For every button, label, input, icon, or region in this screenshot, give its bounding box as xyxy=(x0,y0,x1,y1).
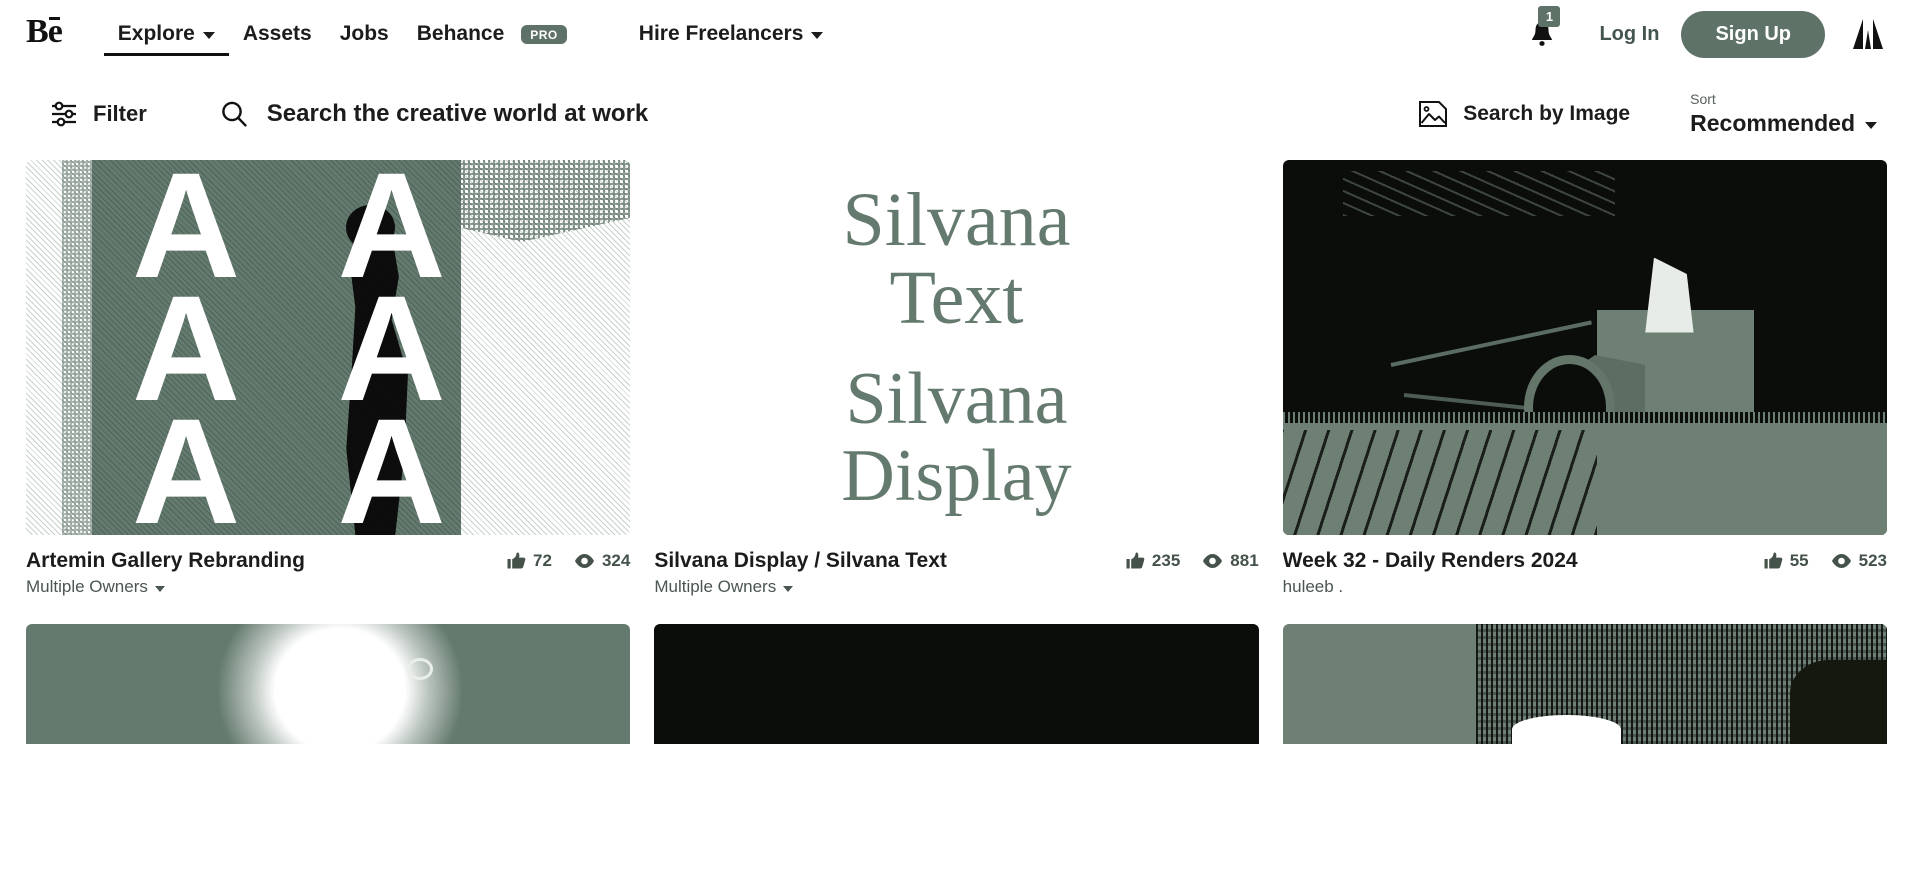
search-by-image-button[interactable]: Search by Image xyxy=(1417,99,1630,129)
project-owner-row[interactable]: Multiple Owners xyxy=(654,577,1108,597)
nav-item-jobs[interactable]: Jobs xyxy=(326,0,403,68)
filter-icon xyxy=(52,101,76,127)
chevron-down-icon xyxy=(202,32,215,39)
project-info: Artemin Gallery Rebranding Multiple Owne… xyxy=(26,548,489,597)
project-card: AA AA AA Artemin Gallery Rebranding Mult… xyxy=(26,160,631,597)
views-count: 523 xyxy=(1858,551,1887,570)
project-thumbnail[interactable]: AA AA AA xyxy=(26,160,631,535)
project-owner-row[interactable]: Multiple Owners xyxy=(26,577,489,597)
filter-button[interactable]: Filter xyxy=(50,101,147,127)
project-meta: Week 32 - Daily Renders 2024 huleeb . 55 xyxy=(1283,535,1887,597)
specimen-line: Text xyxy=(889,256,1024,341)
nav-item-hire-freelancers[interactable]: Hire Freelancers xyxy=(625,0,838,68)
artwork-night-tractor xyxy=(1282,160,1887,535)
nav-item-label: Assets xyxy=(242,22,312,45)
chevron-down-icon xyxy=(154,585,165,592)
views-count: 881 xyxy=(1230,551,1259,570)
project-card: Week 32 - Daily Renders 2024 huleeb . 55 xyxy=(1282,160,1887,597)
main-nav: Explore Assets Jobs Behance PRO Hire Fre… xyxy=(103,0,838,68)
project-card: Silvana Text Silvana Display Silvana Dis… xyxy=(654,160,1259,597)
search-toolbar: Filter Search the creative world at work… xyxy=(0,68,1911,160)
project-meta: Silvana Display / Silvana Text Multiple … xyxy=(654,535,1258,597)
filter-label: Filter xyxy=(93,101,147,126)
project-stats: 72 324 xyxy=(489,548,630,571)
project-stats: 55 523 xyxy=(1746,548,1887,571)
chevron-down-icon xyxy=(811,32,824,39)
search-by-image-label: Search by Image xyxy=(1463,102,1631,125)
project-owner-row[interactable]: huleeb . xyxy=(1283,577,1746,597)
sort-value-row: Recommended xyxy=(1690,110,1877,137)
notifications-button[interactable]: 1 xyxy=(1521,6,1563,55)
project-thumbnail[interactable] xyxy=(654,624,1259,745)
nav-item-label: Explore xyxy=(117,22,195,45)
search-input[interactable]: Search the creative world at work xyxy=(219,99,1417,129)
chevron-down-icon xyxy=(1865,122,1877,129)
search-placeholder: Search the creative world at work xyxy=(266,100,649,127)
behance-logo[interactable]: Be xyxy=(26,15,63,49)
eye-icon xyxy=(574,554,594,568)
artwork-dithered-letter-grid: AA AA AA xyxy=(26,160,631,535)
adobe-logo[interactable] xyxy=(1849,17,1887,51)
sign-up-button[interactable]: Sign Up xyxy=(1681,10,1825,58)
project-title[interactable]: Artemin Gallery Rebranding xyxy=(26,548,489,574)
views-stat[interactable]: 523 xyxy=(1831,551,1887,571)
project-info: Week 32 - Daily Renders 2024 huleeb . xyxy=(1283,548,1746,597)
pro-badge: PRO xyxy=(521,24,567,44)
likes-stat[interactable]: 72 xyxy=(507,551,552,571)
likes-stat[interactable]: 55 xyxy=(1764,551,1809,571)
project-thumbnail[interactable] xyxy=(1282,160,1887,535)
project-thumbnail[interactable] xyxy=(26,624,631,745)
artwork-type-specimen: Silvana Text Silvana Display xyxy=(654,160,1259,535)
project-owner: Multiple Owners xyxy=(26,577,148,597)
project-grid: AA AA AA Artemin Gallery Rebranding Mult… xyxy=(0,160,1911,597)
project-meta: Artemin Gallery Rebranding Multiple Owne… xyxy=(26,535,630,597)
specimen-line: Display xyxy=(841,434,1072,517)
adobe-icon xyxy=(1853,19,1883,49)
project-title[interactable]: Silvana Display / Silvana Text xyxy=(654,548,1108,574)
eye-icon xyxy=(1831,554,1851,568)
eye-icon xyxy=(1203,554,1223,568)
project-grid-next-row xyxy=(0,624,1911,745)
specimen-line: Silvana xyxy=(842,178,1071,263)
likes-count: 55 xyxy=(1789,551,1809,570)
nav-item-behance-pro[interactable]: Behance PRO xyxy=(403,0,581,68)
thumbs-up-icon xyxy=(1126,552,1145,569)
project-info: Silvana Display / Silvana Text Multiple … xyxy=(654,548,1108,597)
thumbs-up-icon xyxy=(507,552,526,569)
project-owner: Multiple Owners xyxy=(654,577,777,597)
sort-dropdown[interactable]: Sort Recommended xyxy=(1690,91,1887,137)
image-search-icon xyxy=(1419,101,1448,127)
views-stat[interactable]: 324 xyxy=(574,551,630,571)
likes-count: 235 xyxy=(1151,551,1181,570)
project-owner: huleeb . xyxy=(1282,577,1344,597)
project-title[interactable]: Week 32 - Daily Renders 2024 xyxy=(1283,548,1746,574)
views-stat[interactable]: 881 xyxy=(1202,551,1259,571)
artwork-letterforms: AA AA AA xyxy=(131,160,446,535)
specimen-line: Silvana xyxy=(845,358,1068,441)
project-thumbnail[interactable] xyxy=(1282,624,1887,745)
project-thumbnail[interactable]: Silvana Text Silvana Display xyxy=(654,160,1259,535)
search-icon xyxy=(221,101,247,127)
thumbs-up-icon xyxy=(1764,552,1783,569)
account-area: 1 Log In Sign Up xyxy=(1521,0,1887,68)
nav-item-assets[interactable]: Assets xyxy=(229,0,326,68)
nav-item-label: Jobs xyxy=(339,22,389,45)
sort-selected-value: Recommended xyxy=(1690,110,1855,136)
nav-item-explore[interactable]: Explore xyxy=(103,0,229,68)
notification-badge: 1 xyxy=(1538,6,1561,27)
nav-item-label: Hire Freelancers xyxy=(638,22,804,45)
likes-count: 72 xyxy=(533,551,552,570)
likes-stat[interactable]: 235 xyxy=(1126,551,1180,571)
project-stats: 235 881 xyxy=(1108,548,1259,571)
views-count: 324 xyxy=(601,551,631,570)
top-navigation-bar: Be Explore Assets Jobs Behance PRO Hire … xyxy=(0,0,1911,68)
sort-label: Sort xyxy=(1690,91,1716,107)
chevron-down-icon xyxy=(783,585,794,592)
log-in-link[interactable]: Log In xyxy=(1577,23,1681,46)
nav-item-label: Behance xyxy=(416,22,505,45)
